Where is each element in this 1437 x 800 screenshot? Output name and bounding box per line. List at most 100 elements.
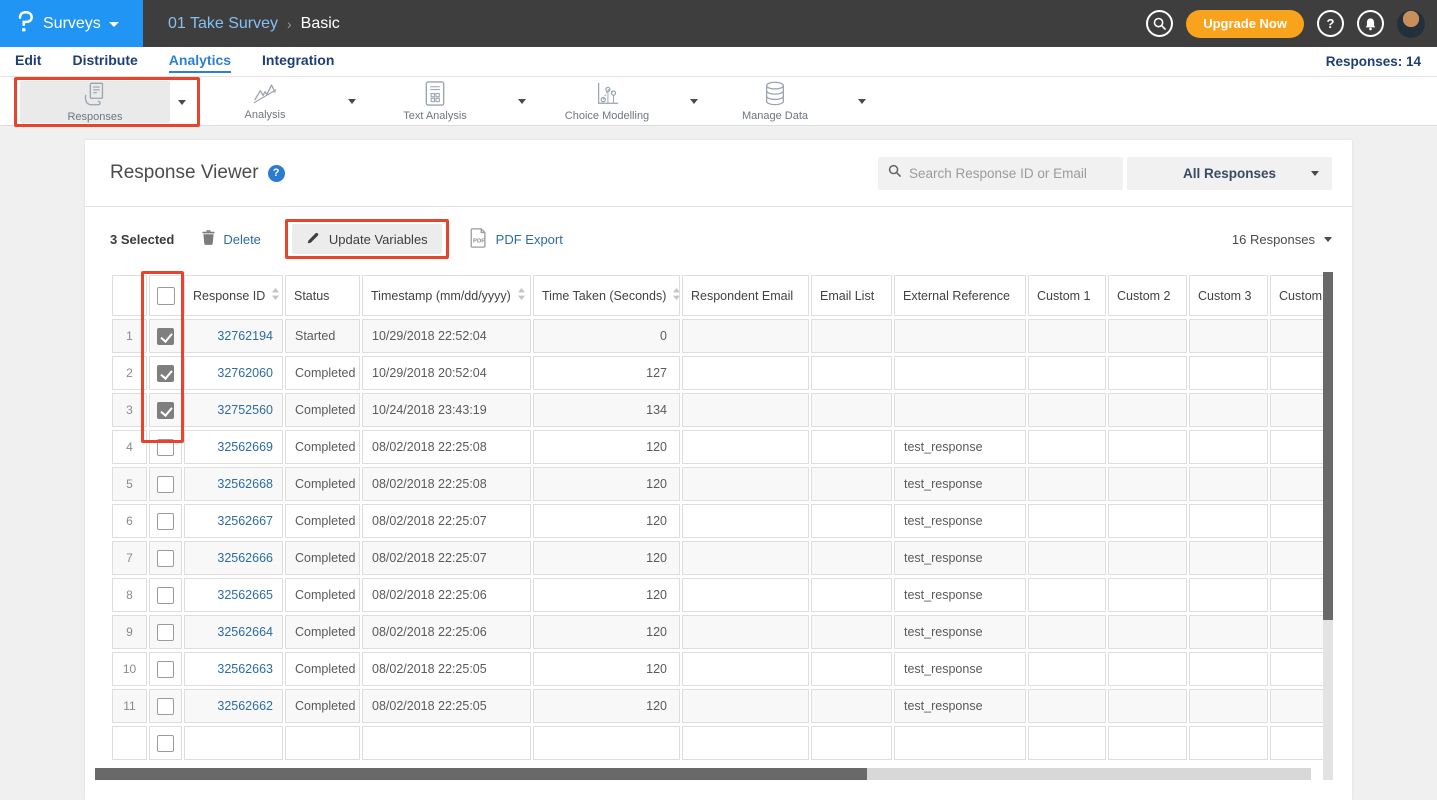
search-icon[interactable]	[1146, 10, 1173, 37]
user-avatar[interactable]	[1397, 10, 1425, 38]
response-id-link[interactable]: 32562668	[217, 477, 273, 491]
vertical-scrollbar[interactable]	[1323, 272, 1333, 780]
cell-num	[112, 726, 147, 760]
row-checkbox[interactable]	[157, 624, 174, 641]
cell-email_list	[811, 652, 892, 686]
toolbar-text-analysis-caret[interactable]	[510, 79, 534, 123]
nav-tabs: Edit Distribute Analytics Integration	[15, 51, 334, 73]
select-all-checkbox[interactable]	[157, 287, 175, 305]
sort-icon[interactable]	[518, 288, 525, 303]
response-id-link[interactable]: 32762060	[217, 366, 273, 380]
responses-table-viewport: Response IDStatusTimestamp (mm/dd/yyyy)T…	[110, 272, 1323, 768]
brand-label: Surveys	[43, 15, 101, 33]
tab-edit[interactable]: Edit	[15, 51, 41, 73]
cell-checkbox	[149, 578, 182, 612]
pdf-export-button[interactable]: PDF PDF Export	[469, 228, 563, 251]
cell-timestamp: 08/02/2018 22:25:07	[362, 504, 531, 538]
column-header-email_list: Email List	[811, 275, 892, 316]
row-checkbox[interactable]	[157, 550, 174, 567]
trash-icon	[202, 230, 215, 248]
tab-integration[interactable]: Integration	[262, 51, 334, 73]
cell-num: 8	[112, 578, 147, 612]
response-id-link[interactable]: 32562662	[217, 699, 273, 713]
column-header-timestamp[interactable]: Timestamp (mm/dd/yyyy)	[362, 275, 531, 316]
cell-id	[184, 726, 283, 760]
cell-custom3	[1189, 393, 1268, 427]
toolbar-manage-data-button[interactable]: Manage Data	[700, 79, 850, 123]
tab-analytics[interactable]: Analytics	[169, 51, 231, 73]
row-checkbox[interactable]	[157, 476, 174, 493]
tab-distribute[interactable]: Distribute	[72, 51, 137, 73]
responses-count: Responses: 14	[1326, 54, 1421, 69]
toolbar-manage-data-label: Manage Data	[742, 110, 808, 122]
row-checkbox[interactable]	[157, 365, 174, 382]
response-id-link[interactable]: 32562669	[217, 440, 273, 454]
cell-custom1	[1028, 578, 1106, 612]
selected-count: 3 Selected	[110, 232, 174, 247]
search-input[interactable]	[909, 166, 1113, 181]
row-checkbox[interactable]	[157, 402, 174, 419]
toolbar-analysis-button[interactable]: Analysis	[190, 79, 340, 123]
cell-external_reference: test_response	[894, 578, 1026, 612]
sort-icon[interactable]	[272, 288, 279, 303]
svg-text:PDF: PDF	[473, 238, 485, 244]
column-header-time_taken[interactable]: Time Taken (Seconds)	[533, 275, 680, 316]
cell-status: Completed	[285, 578, 360, 612]
responses-per-page-dropdown[interactable]: 16 Responses	[1232, 232, 1332, 247]
response-id-link[interactable]: 32752560	[217, 403, 273, 417]
pdf-file-icon: PDF	[469, 228, 488, 251]
horizontal-scrollbar-thumb[interactable]	[95, 768, 867, 780]
vertical-scrollbar-thumb[interactable]	[1323, 272, 1333, 620]
notifications-bell-icon[interactable]	[1357, 10, 1384, 37]
row-checkbox[interactable]	[157, 439, 174, 456]
cell-custom3	[1189, 467, 1268, 501]
help-circle-icon[interactable]: ?	[1317, 10, 1344, 37]
cell-custom4	[1270, 319, 1323, 353]
cell-respondent_email	[682, 319, 809, 353]
brand-menu[interactable]: Surveys	[0, 0, 143, 47]
response-filter-dropdown[interactable]: All Responses	[1127, 157, 1332, 190]
toolbar-text-analysis-button[interactable]: Text Analysis	[360, 79, 510, 123]
cell-status	[285, 726, 360, 760]
toolbar-group-text-analysis: Text Analysis	[360, 79, 534, 123]
cell-timestamp: 08/02/2018 22:25:05	[362, 689, 531, 723]
toolbar-responses-button[interactable]: Responses	[20, 81, 170, 123]
toolbar-choice-modelling-button[interactable]: Choice Modelling	[532, 79, 682, 123]
help-icon[interactable]: ?	[268, 165, 285, 182]
toolbar-manage-data-caret[interactable]	[850, 79, 874, 123]
cell-custom4	[1270, 578, 1323, 612]
response-id-link[interactable]: 32762194	[217, 329, 273, 343]
response-id-link[interactable]: 32562666	[217, 551, 273, 565]
row-checkbox[interactable]	[157, 587, 174, 604]
column-header-external_reference: External Reference	[894, 275, 1026, 316]
row-checkbox[interactable]	[157, 698, 174, 715]
column-header-id[interactable]: Response ID	[184, 275, 283, 316]
upgrade-now-button[interactable]: Upgrade Now	[1186, 10, 1304, 38]
chevron-down-icon	[690, 99, 698, 104]
cell-custom4	[1270, 393, 1323, 427]
delete-button[interactable]: Delete	[202, 230, 261, 248]
cell-timestamp: 10/24/2018 23:43:19	[362, 393, 531, 427]
response-id-link[interactable]: 32562667	[217, 514, 273, 528]
row-checkbox[interactable]	[157, 661, 174, 678]
column-header-custom4: Custom 4	[1270, 275, 1323, 316]
cell-external_reference: test_response	[894, 615, 1026, 649]
cell-time_taken: 120	[533, 578, 680, 612]
row-checkbox[interactable]	[157, 328, 174, 345]
column-header-select-all[interactable]	[149, 275, 182, 316]
sort-icon[interactable]	[673, 288, 680, 303]
update-variables-button[interactable]: Update Variables	[292, 224, 442, 254]
horizontal-scrollbar[interactable]	[95, 768, 1311, 780]
cell-checkbox	[149, 356, 182, 390]
response-id-link[interactable]: 32562663	[217, 662, 273, 676]
row-checkbox[interactable]	[157, 513, 174, 530]
response-id-link[interactable]: 32562665	[217, 588, 273, 602]
response-id-link[interactable]: 32562664	[217, 625, 273, 639]
cell-custom2	[1108, 615, 1187, 649]
cell-num: 7	[112, 541, 147, 575]
cell-timestamp: 08/02/2018 22:25:05	[362, 652, 531, 686]
table-row: 432562669Completed08/02/2018 22:25:08120…	[112, 430, 1323, 464]
cell-checkbox	[149, 652, 182, 686]
breadcrumb-survey[interactable]: 01 Take Survey	[168, 15, 278, 33]
row-checkbox[interactable]	[157, 735, 174, 752]
